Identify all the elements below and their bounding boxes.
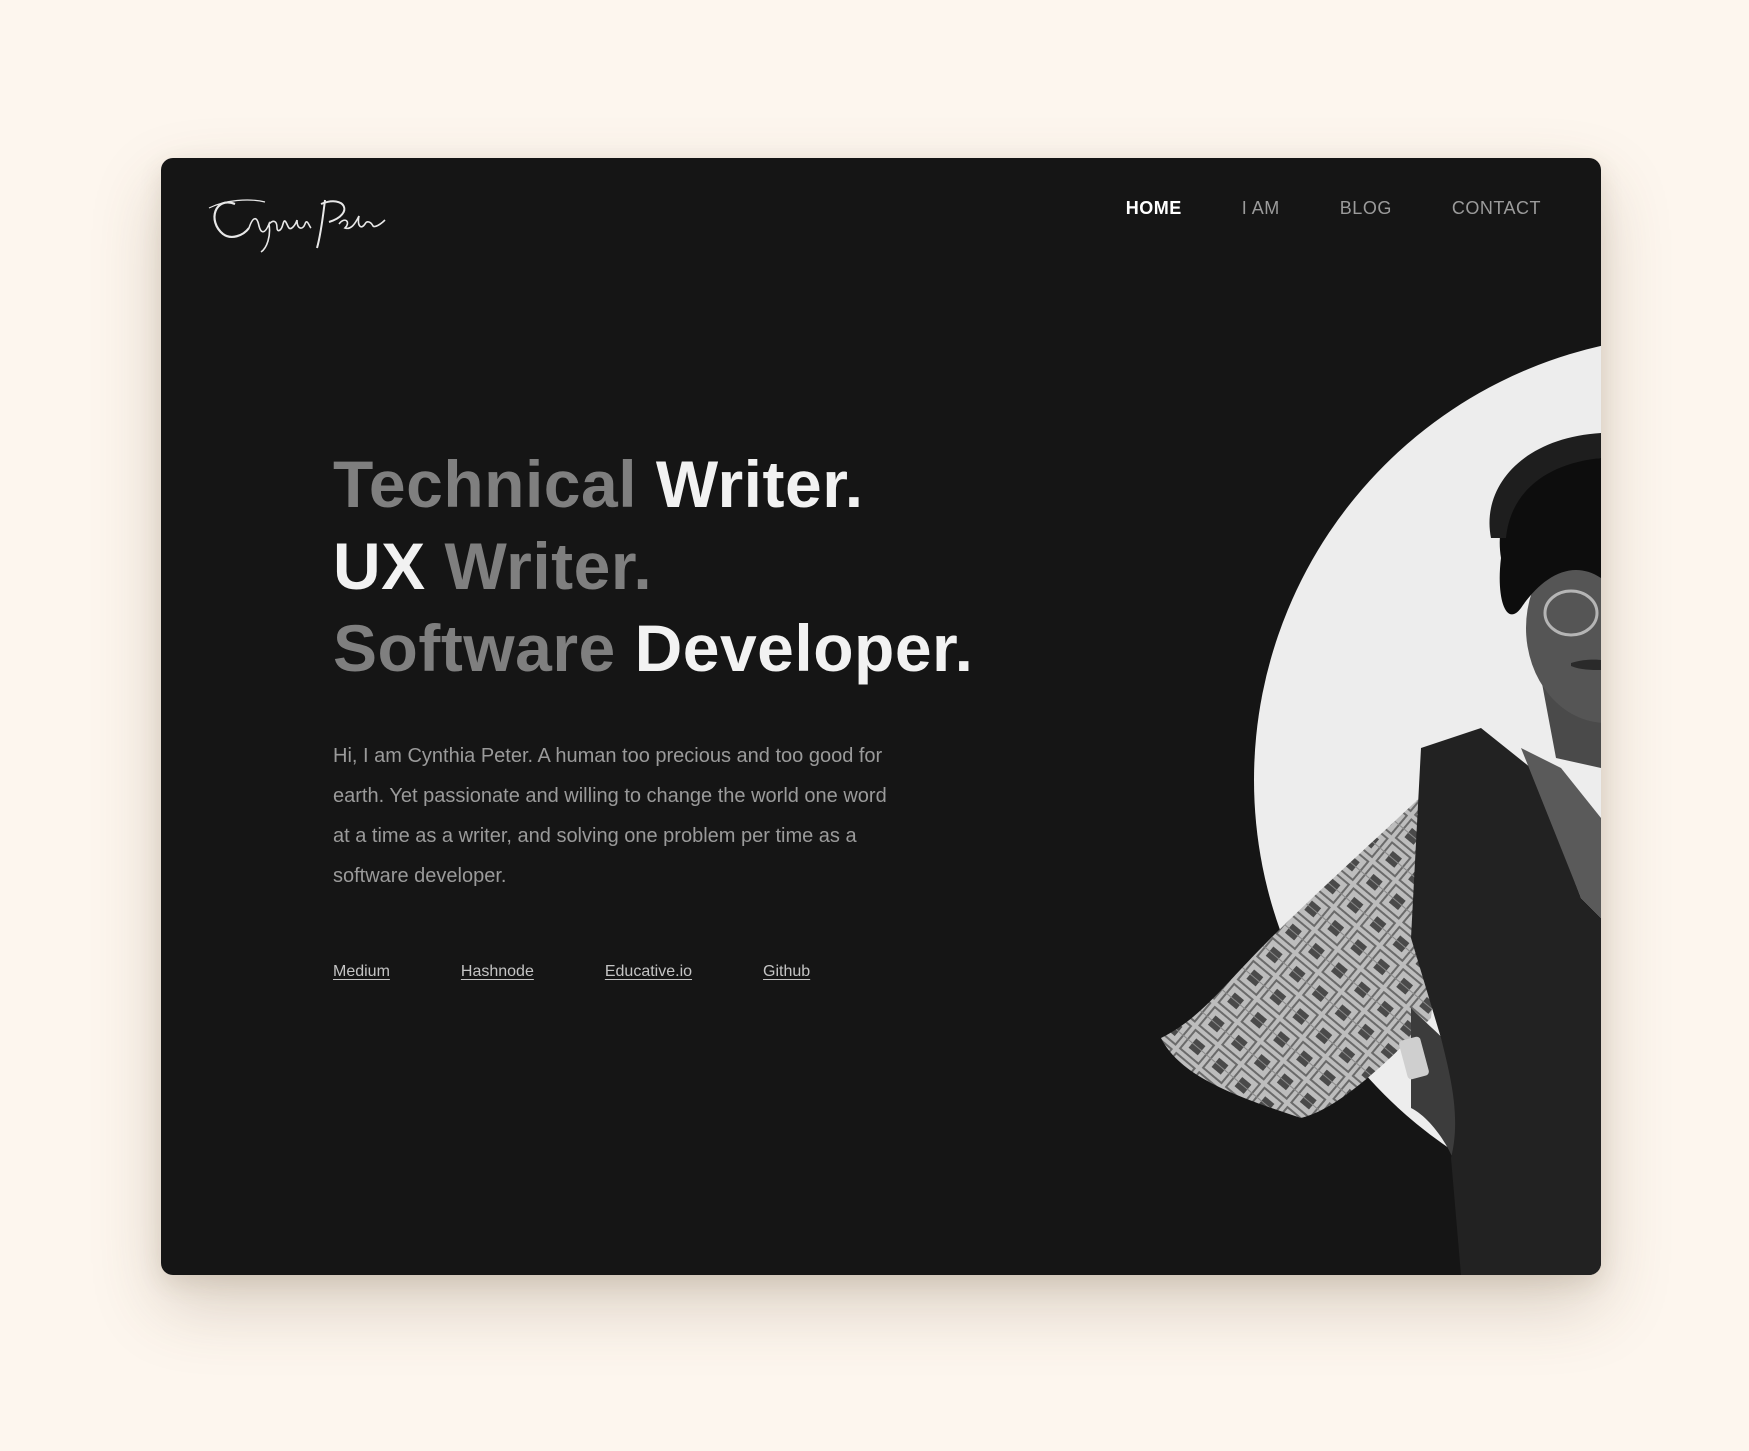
link-medium[interactable]: Medium bbox=[333, 963, 390, 981]
headline-line-2: UX Writer. bbox=[333, 525, 973, 607]
headline-word: Software bbox=[333, 611, 616, 685]
profile-links: Medium Hashnode Educative.io Github bbox=[333, 963, 881, 981]
link-hashnode[interactable]: Hashnode bbox=[461, 963, 534, 981]
hero-headline: Technical Writer. UX Writer. Software De… bbox=[333, 443, 973, 689]
headline-word: Writer. bbox=[655, 447, 864, 521]
headline-word: UX bbox=[333, 529, 426, 603]
portrait-image bbox=[1161, 345, 1601, 1275]
signature-logo[interactable] bbox=[205, 186, 395, 256]
headline-word: Developer. bbox=[634, 611, 974, 685]
nav-i-am[interactable]: I AM bbox=[1242, 198, 1280, 219]
nav-home[interactable]: HOME bbox=[1126, 198, 1182, 219]
headline-line-1: Technical Writer. bbox=[333, 443, 973, 525]
headline-line-3: Software Developer. bbox=[333, 607, 973, 689]
site-window: HOME I AM BLOG CONTACT Technical Writer.… bbox=[161, 158, 1601, 1275]
link-educative[interactable]: Educative.io bbox=[605, 963, 692, 981]
link-github[interactable]: Github bbox=[763, 963, 810, 981]
main-nav: HOME I AM BLOG CONTACT bbox=[1066, 198, 1541, 219]
intro-paragraph: Hi, I am Cynthia Peter. A human too prec… bbox=[333, 745, 887, 887]
headline-word: Technical bbox=[333, 447, 638, 521]
headline-word: Writer. bbox=[444, 529, 653, 603]
nav-blog[interactable]: BLOG bbox=[1340, 198, 1392, 219]
nav-contact[interactable]: CONTACT bbox=[1452, 198, 1541, 219]
